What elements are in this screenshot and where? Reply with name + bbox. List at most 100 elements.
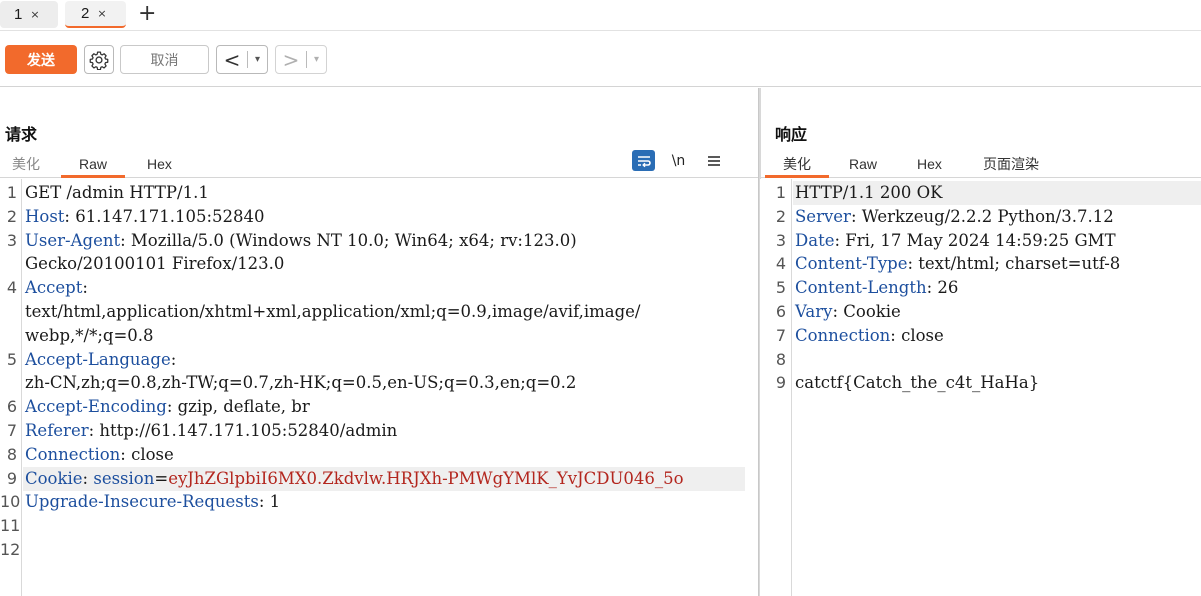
response-pane: 响应 美化 Raw Hex 页面渲染 1 HTTP/1.1 200 OK 2 Serv…	[760, 88, 1201, 596]
chevron-right-icon: >	[282, 47, 300, 72]
line-number: 9	[775, 373, 786, 393]
request-pane: 请求 美化 Raw Hex \n 1 GET /admin HTTP/1.1 2 Ho…	[0, 88, 759, 596]
line-text: GET /admin HTTP/1.1	[25, 181, 209, 205]
header-name: Vary	[795, 302, 833, 321]
code-line: 11	[0, 514, 759, 538]
menu-icon[interactable]	[702, 150, 725, 171]
line-number: 1	[775, 183, 786, 202]
line-number: 6	[775, 302, 786, 321]
header-value: Cookie	[838, 302, 901, 321]
line-number: 7	[6, 421, 17, 440]
code-line: 2 Server: Werkzeug/2.2.2 Python/3.7.12	[760, 205, 1201, 229]
code-line: 9 Cookie: session=eyJhZGlpbiI6MX0.Zkdvlw.…	[0, 467, 759, 491]
request-editor[interactable]: 1 GET /admin HTTP/1.1 2 Host: 61.147.171.10…	[0, 179, 759, 596]
line-text: Connection: close	[25, 443, 174, 467]
cancel-button[interactable]: 取消	[120, 45, 209, 74]
header-value: catctf{Catch_the_c4t_HaHa}	[795, 373, 1040, 393]
line-text: Server: Werkzeug/2.2.2 Python/3.7.12	[795, 205, 1114, 229]
line-text: User-Agent: Mozilla/5.0 (Windows NT 10.0…	[25, 229, 577, 253]
tab-raw[interactable]: Raw	[61, 154, 126, 178]
tab-label: 2	[81, 5, 90, 22]
hamburger-icon	[707, 155, 720, 166]
newline-icon[interactable]: \n	[667, 150, 690, 171]
line-text: Content-Type: text/html; charset=utf-8	[795, 252, 1120, 276]
tab-hex[interactable]: Hex	[147, 154, 172, 178]
header-name: Server	[795, 206, 851, 226]
line-number: 10	[0, 492, 21, 512]
code-line: 7 Connection: close	[760, 324, 1201, 348]
line-text: Referer: http://61.147.171.105:52840/adm…	[25, 419, 397, 443]
line-number: 11	[0, 516, 21, 536]
code-line: 12	[0, 538, 759, 562]
tab-render[interactable]: 页面渲染	[983, 154, 1039, 178]
header-name: Connection	[25, 444, 121, 464]
line-text: Vary: Cookie	[795, 300, 901, 324]
code-line: 6 Accept-Encoding: gzip, deflate, br	[0, 395, 759, 419]
tab-pretty[interactable]: 美化	[12, 154, 40, 178]
line-text: Content-Length: 26	[795, 276, 958, 300]
send-button[interactable]: 发送	[5, 45, 77, 74]
line-text: Host: 61.147.171.105:52840	[25, 205, 265, 229]
line-number: 9	[6, 468, 17, 488]
line-number: 4	[775, 254, 786, 274]
line-text: Upgrade-Insecure-Requests: 1	[25, 490, 280, 514]
line-text: HTTP/1.1 200 OK	[795, 181, 942, 205]
line-text: text/html,application/xhtml+xml,applicat…	[25, 300, 641, 324]
header-separator: :	[170, 349, 177, 369]
tab-strip: 1 × 2 × +	[0, 0, 1201, 31]
header-name: Upgrade-Insecure-Requests	[25, 492, 259, 512]
tab-1[interactable]: 1 ×	[0, 1, 58, 28]
header-value: Mozilla/5.0 (Windows NT 10.0; Win64; x64…	[125, 230, 577, 250]
close-icon[interactable]: ×	[97, 7, 106, 20]
request-title: 请求	[5, 125, 38, 144]
tab-2[interactable]: 2 ×	[65, 1, 126, 28]
forward-button[interactable]: > ▾	[275, 45, 327, 74]
code-line: 9 catctf{Catch_the_c4t_HaHa}	[760, 371, 1201, 395]
line-number: 3	[775, 230, 786, 250]
code-line: 6 Vary: Cookie	[760, 300, 1201, 324]
header-value: gzip, deflate, br	[172, 397, 310, 417]
line-number: 8	[6, 444, 17, 464]
line-number: 1	[6, 183, 17, 202]
header-value: 26	[932, 278, 959, 298]
newline-label: \n	[671, 152, 686, 169]
toolbar: 发送 取消 < ▾ > ▾	[0, 32, 1201, 87]
header-name: Accept-Language	[25, 349, 171, 369]
line-number: 5	[775, 278, 786, 298]
wrap-icon[interactable]	[632, 150, 655, 171]
line-text: Gecko/20100101 Firefox/123.0	[25, 252, 284, 276]
code-line: 5 Content-Length: 26	[760, 276, 1201, 300]
add-tab-icon[interactable]: +	[138, 2, 156, 26]
line-text: webp,*/*;q=0.8	[25, 324, 154, 348]
code-line: 7 Referer: http://61.147.171.105:52840/ad…	[0, 419, 759, 443]
chevron-down-icon[interactable]: ▾	[307, 54, 326, 65]
line-text: zh-CN,zh;q=0.8,zh-TW;q=0.7,zh-HK;q=0.5,e…	[25, 371, 576, 395]
code-line: Gecko/20100101 Firefox/123.0	[0, 252, 759, 276]
response-editor[interactable]: 1 HTTP/1.1 200 OK 2 Server: Werkzeug/2.2.2 …	[760, 179, 1201, 596]
header-name: User-Agent	[25, 230, 121, 250]
tab-pretty[interactable]: 美化	[765, 154, 829, 178]
chevron-left-icon: <	[223, 47, 241, 72]
settings-button[interactable]	[84, 45, 114, 74]
line-number: 5	[6, 349, 17, 369]
header-name: Connection	[795, 325, 891, 345]
code-line: 10 Upgrade-Insecure-Requests: 1	[0, 490, 759, 514]
tab-raw[interactable]: Raw	[849, 154, 877, 178]
close-icon[interactable]: ×	[30, 8, 39, 21]
chevron-down-icon[interactable]: ▾	[248, 54, 267, 65]
code-line: 3 Date: Fri, 17 May 2024 14:59:25 GMT	[760, 229, 1201, 253]
wrap-glyph-icon	[637, 155, 651, 167]
line-text: Accept:	[25, 276, 88, 300]
header-value: Werkzeug/2.2.2 Python/3.7.12	[856, 206, 1114, 226]
tab-hex[interactable]: Hex	[917, 154, 942, 178]
back-button[interactable]: < ▾	[216, 45, 268, 74]
cookie-equals: =	[154, 468, 169, 488]
tab-label: 1	[14, 6, 23, 23]
header-value: webp,*/*;q=0.8	[25, 325, 154, 345]
header-value: 1	[264, 492, 281, 512]
line-number: 8	[775, 349, 786, 369]
line-number: 6	[6, 397, 17, 417]
code-line: 3 User-Agent: Mozilla/5.0 (Windows NT 10.…	[0, 229, 759, 253]
header-value: 61.147.171.105:52840	[69, 206, 265, 226]
line-text: Accept-Encoding: gzip, deflate, br	[25, 395, 310, 419]
